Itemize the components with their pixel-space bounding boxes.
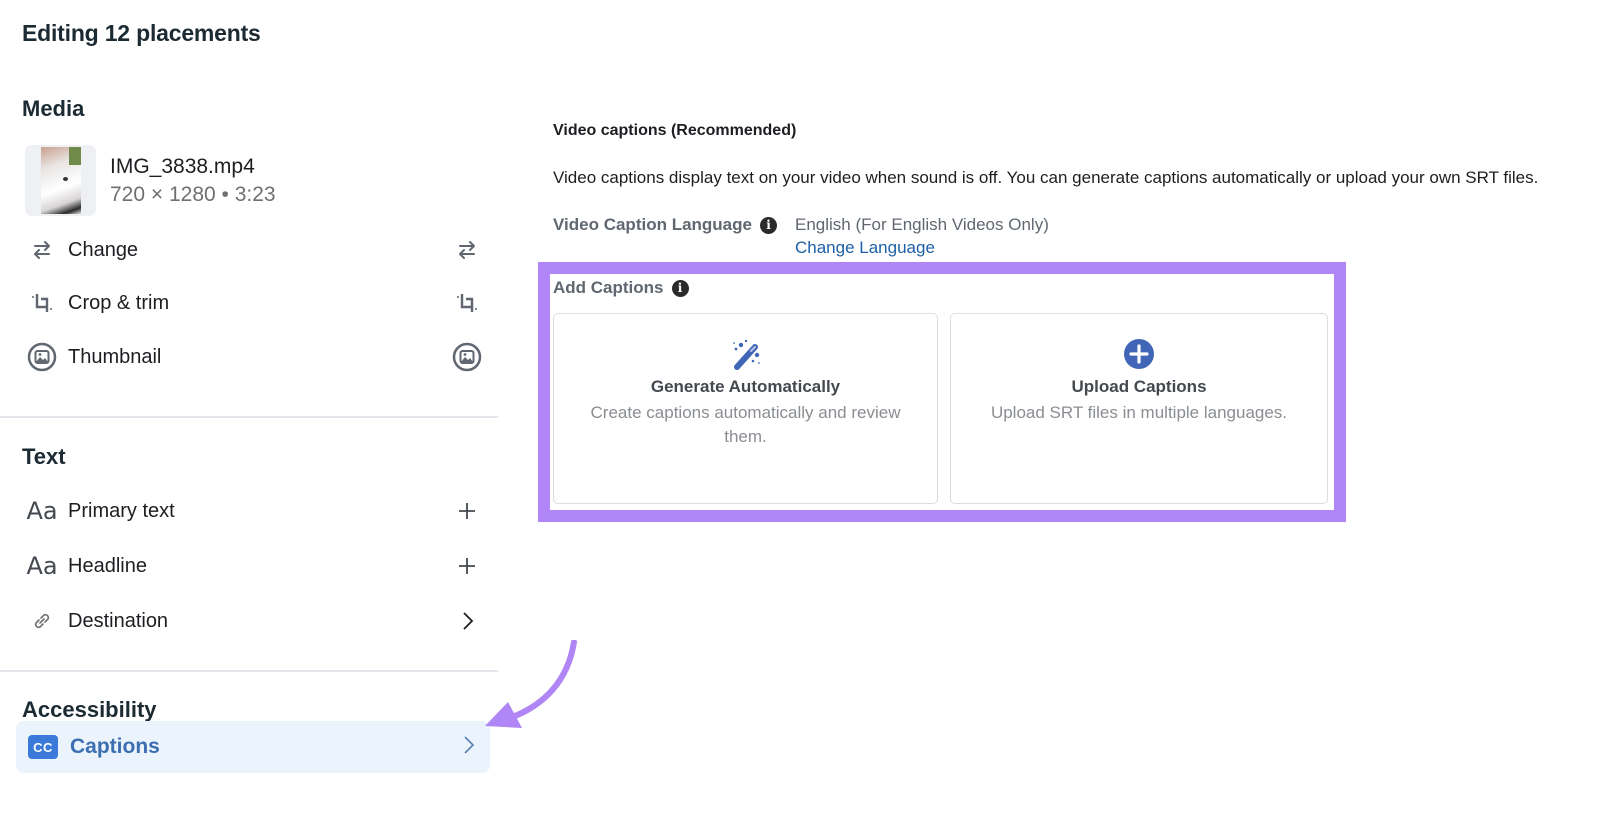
crop-trim-label: Crop & trim — [68, 291, 170, 314]
crop-icon — [24, 288, 60, 318]
video-captions-title: Video captions (Recommended) — [553, 122, 797, 139]
page-title: Editing 12 placements — [22, 20, 261, 46]
accessibility-section-title: Accessibility — [22, 697, 157, 722]
media-section-title: Media — [22, 96, 85, 121]
caption-language-text: Video Caption Language — [553, 215, 752, 234]
caption-language-label: Video Caption Language i — [553, 215, 777, 235]
destination-label: Destination — [68, 609, 169, 632]
image-circle-icon[interactable] — [452, 342, 482, 372]
link-icon — [24, 606, 60, 636]
swap-arrows-icon[interactable] — [452, 235, 482, 265]
primary-text-row[interactable]: Aa Primary text — [22, 490, 482, 532]
crop-icon[interactable] — [452, 288, 482, 318]
generate-automatically-title: Generate Automatically — [650, 377, 841, 396]
magic-wand-icon — [554, 337, 937, 371]
chevron-right-icon[interactable] — [452, 606, 482, 636]
video-captions-description: Video captions display text on your vide… — [553, 168, 1539, 187]
destination-row[interactable]: Destination — [22, 600, 482, 642]
plus-icon[interactable] — [452, 496, 482, 526]
upload-captions-option[interactable]: Upload Captions Upload SRT files in mult… — [950, 313, 1328, 504]
plus-icon[interactable] — [452, 551, 482, 581]
headline-row[interactable]: Aa Headline — [22, 545, 482, 587]
image-circle-icon — [24, 342, 60, 372]
info-icon[interactable]: i — [671, 279, 689, 297]
swap-arrows-icon — [24, 235, 60, 265]
plus-circle-icon — [951, 337, 1327, 371]
annotation-arrow-icon — [485, 640, 577, 728]
caption-language-value: English (For English Videos Only) — [795, 215, 1049, 234]
change-label: Change — [68, 238, 139, 261]
headline-label: Headline — [68, 554, 147, 577]
upload-captions-title: Upload Captions — [1071, 377, 1207, 396]
text-aa-icon: Aa — [26, 552, 58, 580]
add-captions-label: Add Captions i — [553, 278, 689, 298]
media-file-card: IMG_3838.mp4 720 × 1280 • 3:23 — [25, 145, 276, 216]
section-divider — [0, 416, 498, 418]
crop-trim-row[interactable]: Crop & trim — [22, 282, 482, 324]
sidebar-item-captions[interactable]: CC Captions — [16, 721, 490, 773]
upload-captions-description: Upload SRT files in multiple languages. — [990, 403, 1288, 422]
change-media-row[interactable]: Change — [22, 229, 482, 271]
generate-automatically-option[interactable]: Generate Automatically Create captions a… — [553, 313, 938, 504]
thumbnail-row[interactable]: Thumbnail — [22, 336, 482, 378]
video-thumbnail — [25, 145, 96, 216]
thumbnail-image — [41, 147, 81, 214]
primary-text-label: Primary text — [68, 499, 175, 522]
captions-label: Captions — [70, 735, 160, 758]
text-aa-icon: Aa — [26, 497, 58, 525]
info-icon[interactable]: i — [759, 216, 777, 234]
section-divider — [0, 670, 498, 672]
thumbnail-label: Thumbnail — [68, 345, 162, 368]
change-language-link[interactable]: Change Language — [795, 238, 935, 258]
add-captions-text: Add Captions — [553, 278, 664, 297]
generate-automatically-description: Create captions automatically and review… — [590, 403, 901, 446]
text-section-title: Text — [22, 444, 66, 469]
media-meta: 720 × 1280 • 3:23 — [110, 182, 276, 206]
media-filename: IMG_3838.mp4 — [110, 154, 255, 178]
closed-captions-icon: CC — [28, 735, 58, 759]
